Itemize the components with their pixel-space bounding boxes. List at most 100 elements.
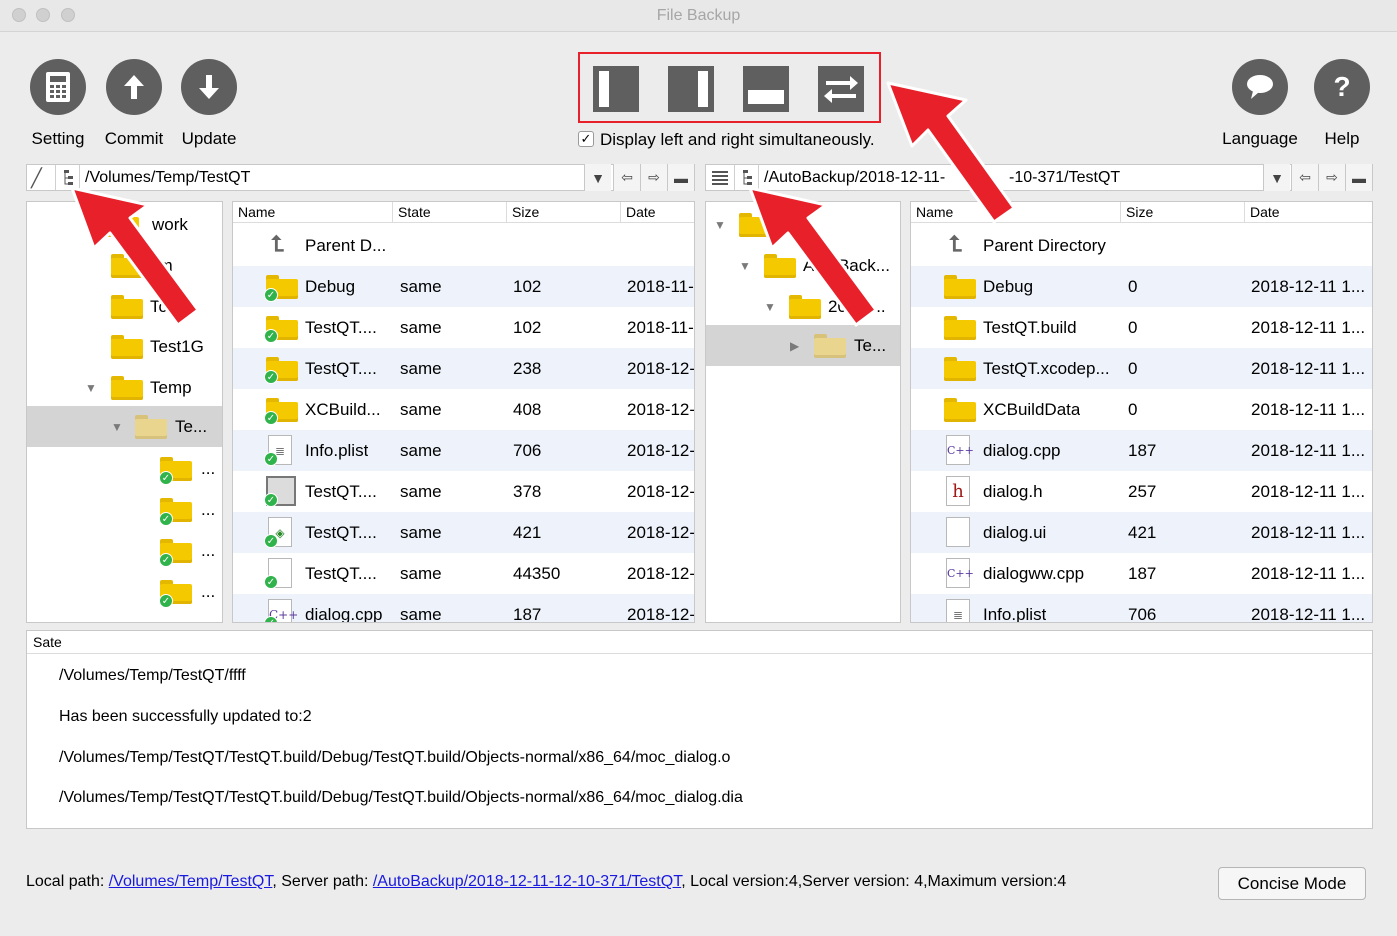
layout-left-only-button[interactable] (593, 66, 639, 112)
tree-item[interactable]: ▼ Temp (27, 367, 222, 408)
table-row[interactable]: ⮤ Parent Directory (911, 225, 1372, 266)
table-row[interactable]: ✓ Debug same 102 2018-11- (233, 266, 694, 307)
row-date: 2018-12- (627, 359, 695, 378)
row-date: 2018-12- (627, 523, 695, 542)
expand-triangle-icon[interactable]: ▼ (739, 259, 751, 273)
table-row[interactable]: C++ dialogww.cpp 187 2018-12-11 1... (911, 553, 1372, 594)
row-date: 2018-12-11 1... (1251, 359, 1366, 378)
right-forward-button[interactable]: ⇨ (1318, 164, 1345, 191)
column-date[interactable]: Date (621, 202, 694, 223)
list-view-toggle[interactable] (709, 168, 731, 188)
tree-item-selected[interactable]: ▼ Te... (27, 406, 222, 447)
table-row[interactable]: Debug 0 2018-12-11 1... (911, 266, 1372, 307)
collapsed-triangle-icon[interactable]: ▶ (790, 339, 799, 353)
local-path-link[interactable]: /Volumes/Temp/TestQT (109, 873, 273, 890)
table-row[interactable]: ≣ Info.plist 706 2018-12-11 1... (911, 594, 1372, 623)
arrow-left-icon: ⇦ (1299, 169, 1311, 185)
table-row[interactable]: h dialog.h 257 2018-12-11 1... (911, 471, 1372, 512)
row-name: TestQT.... (305, 359, 377, 378)
column-name[interactable]: Name (233, 202, 393, 223)
row-name: dialog.h (983, 482, 1043, 501)
table-row[interactable]: ✓ TestQT.... same 238 2018-12- (233, 348, 694, 389)
expand-triangle-icon[interactable]: ▼ (714, 218, 726, 232)
check-badge-icon: ✓ (264, 329, 278, 343)
left-back-button[interactable]: ⇦ (613, 164, 640, 191)
table-row[interactable]: ✓ TestQT.... same 378 2018-12- (233, 471, 694, 512)
left-file-list[interactable]: Name State Size Date ⮤ Parent D... ✓ Debug… (232, 201, 695, 623)
table-row[interactable]: ◈ ✓ TestQT.... same 421 2018-12- (233, 512, 694, 553)
tree-item[interactable]: work (27, 204, 222, 245)
slash-view-icon[interactable]: ╱ (31, 168, 51, 188)
tree-view-toggle[interactable] (55, 165, 80, 190)
tree-item[interactable]: vm (27, 245, 222, 286)
arrow-right-icon: ⇨ (648, 169, 660, 185)
tree-item[interactable]: Tc (27, 286, 222, 327)
folder-icon (764, 254, 796, 278)
expand-triangle-icon[interactable]: ▼ (111, 420, 123, 434)
tree-item-selected[interactable]: ▶ Te... (706, 325, 900, 366)
tree-item[interactable]: ✓... (27, 571, 222, 612)
tree-item[interactable]: Test1G (27, 326, 222, 367)
concise-mode-button[interactable]: Concise Mode (1218, 867, 1366, 900)
table-row[interactable]: ✓ TestQT.... same 44350 2018-12- (233, 553, 694, 594)
table-row[interactable]: ⮤ Parent D... (233, 225, 694, 266)
row-name: XCBuild... (305, 400, 381, 419)
right-path-dropdown[interactable]: ▼ (1263, 164, 1290, 191)
row-date: 2018-12-11 1... (1251, 400, 1366, 419)
table-row[interactable]: XCBuildData 0 2018-12-11 1... (911, 389, 1372, 430)
arrow-down-icon (199, 75, 219, 99)
table-row[interactable]: TestQT.build 0 2018-12-11 1... (911, 307, 1372, 348)
layout-split-button[interactable] (743, 66, 789, 112)
swap-panels-button[interactable] (818, 66, 864, 112)
row-date: 2018-12- (627, 400, 695, 419)
expand-triangle-icon[interactable]: ▼ (764, 300, 776, 314)
server-path-link[interactable]: /AutoBackup/2018-12-11-12-10-371/TestQT (373, 873, 681, 890)
column-size[interactable]: Size (1121, 202, 1245, 223)
tree-item[interactable]: ▼ 2018-... (706, 286, 900, 327)
right-tree-pane[interactable]: ▼ ▼ AutoBack... ▼ 2018-... ▶ Te... (705, 201, 901, 623)
left-tree-pane[interactable]: work vm Tc Test1G ▼ Temp ▼ Te... ✓... ✓...… (26, 201, 223, 623)
row-name: TestQT.... (305, 482, 377, 501)
tree-item[interactable]: ✓... (27, 489, 222, 530)
parent-directory-icon: ⮤ (271, 231, 284, 256)
layout-right-only-button[interactable] (668, 66, 714, 112)
right-path-text-start[interactable]: /AutoBackup/2018-12-11- (764, 169, 945, 187)
table-row[interactable]: TestQT.xcodep... 0 2018-12-11 1... (911, 348, 1372, 389)
column-name[interactable]: Name (911, 202, 1121, 223)
tree-item-label: ... (201, 459, 216, 478)
left-open-folder-button[interactable]: ▬ (667, 164, 694, 191)
tree-item[interactable]: ▼ AutoBack... (706, 245, 900, 286)
table-row[interactable]: ✓ XCBuild... same 408 2018-12- (233, 389, 694, 430)
setting-button[interactable] (30, 59, 86, 115)
right-path-text-end[interactable]: -10-371/TestQT (1009, 169, 1120, 187)
table-row[interactable]: C++ dialog.cpp 187 2018-12-11 1... (911, 430, 1372, 471)
left-path-dropdown[interactable]: ▼ (584, 164, 611, 191)
table-row[interactable]: ≣ ✓ Info.plist same 706 2018-12- (233, 430, 694, 471)
tree-item[interactable]: ✓... (27, 530, 222, 571)
left-forward-button[interactable]: ⇨ (640, 164, 667, 191)
left-path-text[interactable]: /Volumes/Temp/TestQT (85, 169, 250, 187)
row-name: dialog.ui (983, 523, 1047, 542)
column-date[interactable]: Date (1245, 202, 1372, 223)
table-row[interactable]: dialog.ui 421 2018-12-11 1... (911, 512, 1372, 553)
right-back-button[interactable]: ⇦ (1291, 164, 1318, 191)
language-button[interactable] (1232, 59, 1288, 115)
right-file-list[interactable]: Name Size Date ⮤ Parent Directory Debug 0 2… (910, 201, 1373, 623)
commit-button[interactable] (106, 59, 162, 115)
table-row[interactable]: C++✓dialog.cppsame1872018-12- (233, 594, 695, 623)
right-open-folder-button[interactable]: ▬ (1345, 164, 1372, 191)
expand-triangle-icon[interactable]: ▼ (85, 381, 97, 395)
row-date: 2018-12- (627, 605, 695, 623)
row-state: same (400, 441, 442, 460)
tree-item[interactable]: ▼ (706, 204, 900, 245)
update-button[interactable] (181, 59, 237, 115)
help-button[interactable]: ? (1314, 59, 1370, 115)
tree-item[interactable]: ✓... (27, 448, 222, 489)
row-date: 2018-12-11 1... (1251, 605, 1366, 623)
table-row[interactable]: ✓ TestQT.... same 102 2018-11- (233, 307, 694, 348)
right-tree-view-toggle[interactable] (734, 165, 759, 190)
display-both-checkbox[interactable]: ✓ (578, 131, 594, 147)
column-size[interactable]: Size (507, 202, 621, 223)
row-size: 421 (513, 523, 542, 542)
column-state[interactable]: State (393, 202, 507, 223)
